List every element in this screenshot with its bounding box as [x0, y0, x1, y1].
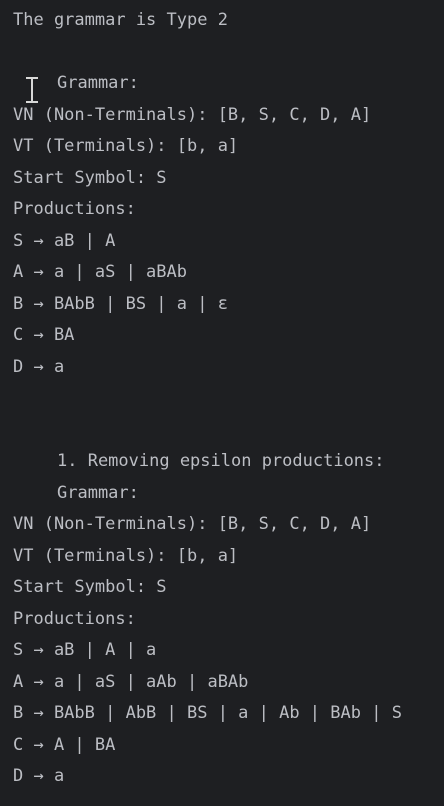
production-line: D → a — [13, 766, 65, 786]
productions-label: Productions: — [13, 199, 136, 219]
console-output: The grammar is Type 2 Grammar: VN (Non-T… — [0, 0, 444, 806]
vn-line: VN (Non-Terminals): [B, S, C, D, A] — [13, 105, 372, 125]
vn-line: VN (Non-Terminals): [B, S, C, D, A] — [13, 514, 372, 534]
production-line: S → aB | A | a — [13, 640, 157, 660]
productions-label: Productions: — [13, 609, 136, 629]
grammar-header: Grammar: — [57, 483, 139, 503]
production-line: C → BA — [13, 325, 75, 345]
start-symbol-line: Start Symbol: S — [13, 577, 167, 597]
production-line: A → a | aS | aAb | aBAb — [13, 672, 249, 692]
production-line: S → aB | A — [13, 231, 116, 251]
vt-line: VT (Terminals): [b, a] — [13, 136, 239, 156]
step-title: 1. Removing epsilon productions: — [57, 451, 385, 471]
production-line: C → A | BA — [13, 735, 116, 755]
production-line: B → BAbB | BS | a | ε — [13, 294, 228, 314]
grammar-type-line: The grammar is Type 2 — [13, 10, 228, 30]
production-line: B → BAbB | AbB | BS | a | Ab | BAb | S — [13, 703, 402, 723]
production-line: A → a | aS | aBAb — [13, 262, 187, 282]
start-symbol-line: Start Symbol: S — [13, 168, 167, 188]
text-cursor-icon — [26, 77, 38, 103]
production-line: D → a — [13, 357, 65, 377]
vt-line: VT (Terminals): [b, a] — [13, 546, 239, 566]
grammar-header: Grammar: — [57, 73, 139, 93]
